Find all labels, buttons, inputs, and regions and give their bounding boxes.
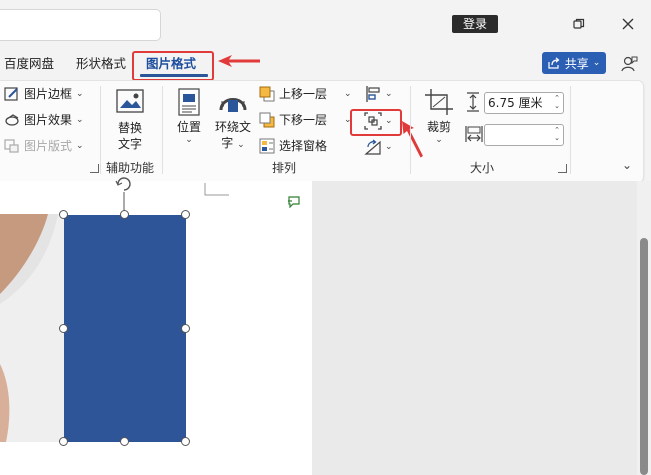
chevron-down-icon: ⌄	[592, 58, 601, 68]
close-button[interactable]	[613, 10, 643, 38]
picture-layout-button: 图片版式 ⌄	[4, 138, 84, 154]
position-label: 位置	[176, 120, 201, 134]
crop-icon	[425, 89, 453, 115]
bring-forward-button[interactable]: 上移一层	[259, 86, 327, 102]
send-backward-label: 下移一层	[279, 113, 328, 127]
person-feedback-icon	[621, 56, 638, 72]
share-icon	[548, 57, 560, 69]
group-objects-icon	[364, 112, 382, 130]
chevron-down-icon: ⌄	[435, 135, 443, 145]
resize-handle-top[interactable]	[120, 210, 129, 219]
login-button[interactable]: 登录	[452, 15, 498, 33]
picture-effects-icon	[5, 114, 19, 126]
group-objects-button[interactable]: ⌄	[364, 112, 393, 130]
crop-button[interactable]: 裁剪 ⌄	[422, 88, 456, 145]
resize-handle-bottom-right[interactable]	[181, 437, 190, 446]
accessibility-group-label: 辅助功能	[106, 161, 155, 175]
wrap-text-button[interactable]: 环绕文 字 ⌄	[212, 88, 254, 153]
arrange-group-label: 排列	[272, 161, 297, 175]
close-icon	[622, 18, 634, 30]
resize-handle-top-right[interactable]	[181, 210, 190, 219]
chevron-down-icon: ⌄	[76, 89, 84, 99]
crop-label: 裁剪	[426, 120, 451, 134]
chevron-down-icon[interactable]: ⌄	[344, 89, 352, 99]
active-tab-underline	[140, 74, 208, 77]
group-separator	[162, 86, 163, 174]
spin-arrows-icon[interactable]: ⌃ ⌄	[554, 94, 560, 110]
restore-button[interactable]	[564, 10, 594, 38]
position-button[interactable]: 位置 ⌄	[174, 88, 204, 145]
restore-icon	[573, 18, 585, 29]
bring-forward-label: 上移一层	[279, 87, 328, 101]
comment-anchor-icon[interactable]	[287, 196, 301, 208]
wrap-text-label-2: 字 ⌄	[221, 136, 245, 150]
search-box[interactable]	[0, 9, 161, 41]
dialog-launcher-icon[interactable]	[90, 164, 99, 173]
align-button[interactable]: ⌄	[364, 85, 393, 103]
position-icon	[178, 88, 200, 116]
document-canvas-background	[312, 181, 637, 475]
picture-layout-label: 图片版式	[24, 139, 73, 153]
wrap-text-label-1: 环绕文	[214, 120, 251, 134]
red-arrow-icon	[218, 55, 260, 67]
shape-width-input[interactable]: ⌃ ⌄	[484, 124, 564, 146]
scrollbar-thumb[interactable]	[640, 238, 648, 475]
resize-handle-bottom-left[interactable]	[59, 437, 68, 446]
shape-height-icon	[467, 92, 479, 112]
send-backward-icon	[259, 112, 275, 128]
alt-text-button[interactable]: 替换 文字	[112, 88, 148, 152]
tab-shape-format[interactable]: 形状格式	[76, 55, 126, 73]
selected-rectangle-shape[interactable]	[64, 215, 186, 442]
dialog-launcher-icon[interactable]	[558, 164, 567, 173]
alt-text-label-1: 替换	[117, 121, 142, 135]
rotate-button[interactable]: ⌄	[364, 138, 393, 156]
send-backward-button[interactable]: 下移一层	[259, 112, 327, 128]
alt-text-icon	[116, 89, 144, 113]
selection-pane-label: 选择窗格	[279, 139, 328, 153]
chevron-down-icon: ⌄	[76, 141, 84, 151]
share-label: 共享	[564, 56, 589, 71]
resize-handle-left[interactable]	[59, 324, 68, 333]
group-separator	[100, 86, 101, 174]
wrap-text-icon	[219, 98, 247, 112]
share-button[interactable]: 共享 ⌄	[542, 52, 606, 74]
size-group-label: 大小	[470, 161, 495, 175]
collapse-ribbon-icon[interactable]: ⌄	[622, 158, 632, 172]
shape-width-icon	[465, 126, 483, 142]
resize-handle-bottom[interactable]	[120, 437, 129, 446]
selection-pane-button[interactable]: 选择窗格	[259, 138, 327, 154]
bring-forward-icon	[259, 86, 275, 102]
alt-text-label-2: 文字	[117, 137, 142, 151]
spin-arrows-icon[interactable]: ⌃ ⌄	[554, 126, 560, 142]
picture-effects-label: 图片效果	[24, 113, 73, 127]
align-icon	[366, 86, 380, 102]
chevron-down-icon: ⌄	[185, 135, 193, 145]
picture-border-icon	[4, 87, 18, 101]
photo-image-graphic	[0, 214, 64, 442]
shape-height-input[interactable]: 6.75 厘米 ⌃ ⌄	[484, 92, 564, 114]
chevron-down-icon: ⌄	[385, 142, 393, 152]
chevron-down-icon: ⌄	[385, 89, 393, 99]
picture-border-button[interactable]: 图片边框 ⌄	[4, 86, 84, 102]
feedback-button[interactable]	[620, 55, 638, 76]
margin-corner-mark	[204, 183, 229, 196]
chevron-down-icon: ⌄	[76, 115, 84, 125]
tab-baidu-netdisk[interactable]: 百度网盘	[4, 55, 54, 73]
group-separator	[410, 86, 411, 174]
resize-handle-top-left[interactable]	[59, 210, 68, 219]
picture-effects-button[interactable]: 图片效果 ⌄	[4, 112, 84, 128]
group-separator	[570, 86, 571, 174]
picture-layout-icon	[4, 139, 19, 153]
picture-border-label: 图片边框	[24, 87, 73, 101]
photo-image[interactable]	[0, 214, 64, 442]
shape-height-value: 6.75 厘米	[488, 96, 543, 110]
selection-pane-icon	[259, 138, 275, 154]
rotate-icon	[364, 139, 381, 155]
chevron-down-icon: ⌄	[385, 116, 393, 126]
tab-picture-format[interactable]: 图片格式	[146, 55, 196, 73]
resize-handle-right[interactable]	[181, 324, 190, 333]
